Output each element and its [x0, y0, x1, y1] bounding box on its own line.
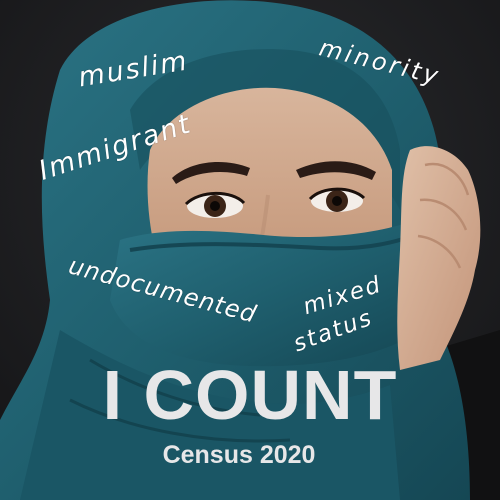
subheadline-census: Census 2020: [162, 441, 316, 469]
headline-i-count: I COUNT: [102, 356, 398, 434]
census-poster: muslim minority Immigrant undocumented m…: [0, 0, 500, 500]
